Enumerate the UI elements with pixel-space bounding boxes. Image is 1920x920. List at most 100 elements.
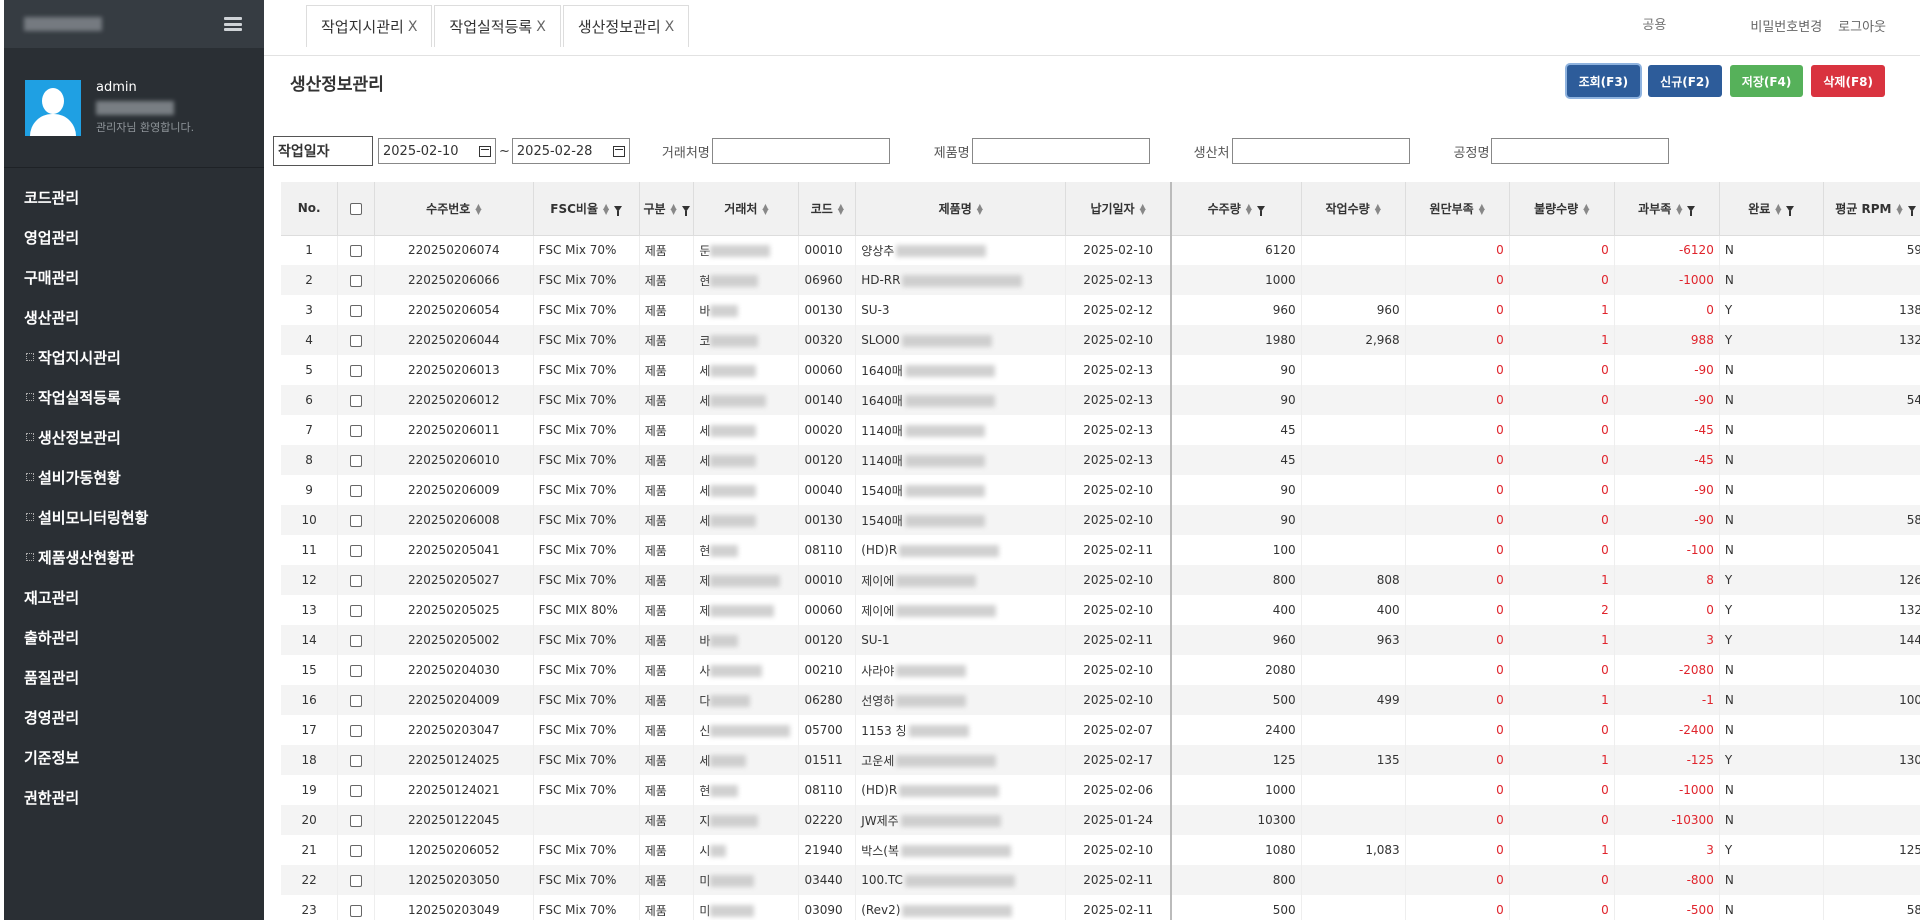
col-header-work-qty[interactable]: 작업수량 ▲ ▼: [1301, 182, 1406, 236]
date-from-field[interactable]: 2025-02-10: [378, 138, 496, 164]
row-checkbox[interactable]: [350, 814, 363, 827]
common-input[interactable]: [1632, 7, 1735, 43]
delete-button[interactable]: 삭제(F8): [1811, 65, 1885, 97]
sidebar-item[interactable]: 작업지시관리: [4, 338, 264, 378]
row-checkbox[interactable]: [350, 904, 363, 917]
table-row[interactable]: 9 220250206009 FSC Mix 70% 제품 세 00040 1540매 202…: [281, 475, 1920, 505]
date-type-select[interactable]: 작업일자: [273, 136, 373, 166]
date-to-field[interactable]: 2025-02-28: [511, 138, 630, 164]
sidebar-item[interactable]: 출하관리: [4, 618, 264, 658]
row-checkbox[interactable]: [350, 604, 363, 617]
query-button[interactable]: 조회(F3): [1566, 65, 1641, 97]
table-row[interactable]: 1 220250206074 FSC Mix 70% 제품 둔 00010 양상추 2025-…: [281, 235, 1920, 265]
change-password-link[interactable]: 비밀번호변경: [1750, 16, 1822, 35]
row-checkbox[interactable]: [350, 424, 363, 437]
menu-toggle-icon[interactable]: [224, 17, 242, 31]
sidebar-item[interactable]: 생산관리: [4, 298, 264, 338]
row-checkbox[interactable]: [350, 514, 363, 527]
row-checkbox[interactable]: [350, 844, 363, 857]
tab[interactable]: 생산정보관리 X: [562, 5, 690, 47]
sidebar-item[interactable]: 재고관리: [4, 578, 264, 618]
table-row[interactable]: 22 120250203050 FSC Mix 70% 제품 미 03440 100.TC 2…: [281, 865, 1920, 895]
sidebar-item[interactable]: 영업관리: [4, 218, 264, 258]
col-header-order-qty[interactable]: 수주량 ▲ ▼: [1170, 182, 1302, 236]
new-button[interactable]: 신규(F2): [1648, 65, 1722, 97]
row-checkbox[interactable]: [350, 334, 363, 347]
row-checkbox[interactable]: [350, 754, 363, 767]
row-checkbox[interactable]: [350, 244, 363, 257]
calendar-icon[interactable]: [612, 145, 625, 157]
sidebar-item[interactable]: 생산정보관리: [4, 418, 264, 458]
row-checkbox[interactable]: [350, 544, 363, 557]
sidebar-item[interactable]: 권한관리: [4, 778, 264, 818]
close-icon[interactable]: X: [536, 19, 546, 35]
table-row[interactable]: 4 220250206044 FSC Mix 70% 제품 코 00320 SLO00 202…: [281, 325, 1920, 355]
table-row[interactable]: 21 120250206052 FSC Mix 70% 제품 시 21940 박스(복 202…: [281, 835, 1920, 865]
sidebar-item[interactable]: 설비가동현황: [4, 458, 264, 498]
customer-input[interactable]: [711, 138, 890, 164]
row-checkbox[interactable]: [350, 694, 363, 707]
sidebar-item[interactable]: 제품생산현황판: [4, 538, 264, 578]
calendar-icon[interactable]: [479, 145, 491, 157]
table-row[interactable]: 10 220250206008 FSC Mix 70% 제품 세 00130 1540매 20…: [281, 505, 1920, 535]
close-icon[interactable]: X: [665, 19, 675, 35]
table-row[interactable]: 3 220250206054 FSC Mix 70% 제품 바 00130 SU-3 2025…: [281, 295, 1920, 325]
save-button[interactable]: 저장(F4): [1729, 65, 1804, 97]
row-checkbox[interactable]: [350, 724, 363, 737]
row-checkbox[interactable]: [350, 364, 363, 377]
sidebar-item[interactable]: 설비모니터링현황: [4, 498, 264, 538]
sidebar-item[interactable]: 코드관리: [4, 178, 264, 218]
table-row[interactable]: 12 220250205027 FSC Mix 70% 제품 제 00010 제이에 2025…: [281, 565, 1920, 595]
table-row[interactable]: 14 220250205002 FSC Mix 70% 제품 바 00120 SU-1 202…: [281, 625, 1920, 655]
product-input[interactable]: [971, 138, 1150, 164]
row-checkbox[interactable]: [350, 304, 363, 317]
col-header-order-no[interactable]: 수주번호 ▲ ▼: [374, 182, 534, 236]
table-row[interactable]: 16 220250204009 FSC Mix 70% 제품 다 06280 선영하 2025…: [281, 685, 1920, 715]
producer-input[interactable]: [1231, 138, 1410, 164]
col-header-product[interactable]: 제품명 ▲ ▼: [855, 182, 1067, 236]
table-row[interactable]: 19 220250124021 FSC Mix 70% 제품 현 08110 (HD)R 20…: [281, 775, 1920, 805]
col-header-due-date[interactable]: 납기일자 ▲ ▼: [1065, 182, 1172, 236]
tab[interactable]: 작업실적등록 X: [434, 5, 561, 47]
table-row[interactable]: 17 220250203047 FSC Mix 70% 제품 신 05700 1153 칭2…: [281, 715, 1920, 745]
table-row[interactable]: 6 220250206012 FSC Mix 70% 제품 세 00140 1640매 202…: [281, 385, 1920, 415]
row-checkbox[interactable]: [350, 574, 363, 587]
table-row[interactable]: 15 220250204030 FSC Mix 70% 제품 사 00210 사라야 2025…: [281, 655, 1920, 685]
col-header-defect[interactable]: 불량수량 ▲ ▼: [1509, 182, 1615, 236]
table-row[interactable]: 23 120250203049 FSC Mix 70% 제품 미 03090 (Rev2) 2…: [281, 895, 1920, 920]
table-row[interactable]: 18 220250124025 FSC Mix 70% 제품 세 01511 고운세 2025…: [281, 745, 1920, 775]
row-checkbox[interactable]: [350, 664, 363, 677]
process-input[interactable]: [1491, 138, 1670, 164]
tab[interactable]: 작업지시관리 X: [306, 5, 433, 47]
row-checkbox[interactable]: [350, 484, 363, 497]
sidebar-item[interactable]: 작업실적등록: [4, 378, 264, 418]
table-row[interactable]: 8 220250206010 FSC Mix 70% 제품 세 00120 1140매 202…: [281, 445, 1920, 475]
col-header-rpm[interactable]: 평균 RPM ▲ ▼: [1823, 182, 1920, 236]
col-header-customer[interactable]: 거래처 ▲ ▼: [693, 182, 800, 236]
row-checkbox[interactable]: [350, 634, 363, 647]
row-checkbox[interactable]: [350, 874, 363, 887]
row-checkbox[interactable]: [350, 784, 363, 797]
close-icon[interactable]: X: [408, 19, 418, 35]
logout-link[interactable]: 로그아웃: [1838, 16, 1886, 35]
row-checkbox[interactable]: [350, 454, 363, 467]
row-checkbox[interactable]: [350, 274, 363, 287]
col-header-fsc[interactable]: FSC비율 ▲ ▼: [533, 182, 640, 236]
sidebar-item[interactable]: 품질관리: [4, 658, 264, 698]
col-header-type[interactable]: 구분 ▲ ▼: [639, 182, 695, 236]
col-header-diff[interactable]: 과부족 ▲ ▼: [1614, 182, 1720, 236]
col-header-short[interactable]: 원단부족 ▲ ▼: [1405, 182, 1510, 236]
table-row[interactable]: 2 220250206066 FSC Mix 70% 제품 현 06960 HD-RR 202…: [281, 265, 1920, 295]
table-row[interactable]: 20 220250122045 제품 지 02220 JW제주 2025-01-24 1030…: [281, 805, 1920, 835]
table-row[interactable]: 5 220250206013 FSC Mix 70% 제품 세 00060 1640매 202…: [281, 355, 1920, 385]
select-all-checkbox[interactable]: [350, 202, 363, 215]
col-header-code[interactable]: 코드 ▲ ▼: [798, 182, 857, 236]
sidebar-item[interactable]: 경영관리: [4, 698, 264, 738]
table-row[interactable]: 11 220250205041 FSC Mix 70% 제품 현 08110 (HD)R 20…: [281, 535, 1920, 565]
sidebar-item[interactable]: 기준정보: [4, 738, 264, 778]
col-header-done[interactable]: 완료 ▲ ▼: [1719, 182, 1824, 236]
table-row[interactable]: 7 220250206011 FSC Mix 70% 제품 세 00020 1140매 202…: [281, 415, 1920, 445]
row-checkbox[interactable]: [350, 394, 363, 407]
table-row[interactable]: 13 220250205025 FSC MIX 80% 제품 제 00060 제이에 2025…: [281, 595, 1920, 625]
sidebar-item[interactable]: 구매관리: [4, 258, 264, 298]
